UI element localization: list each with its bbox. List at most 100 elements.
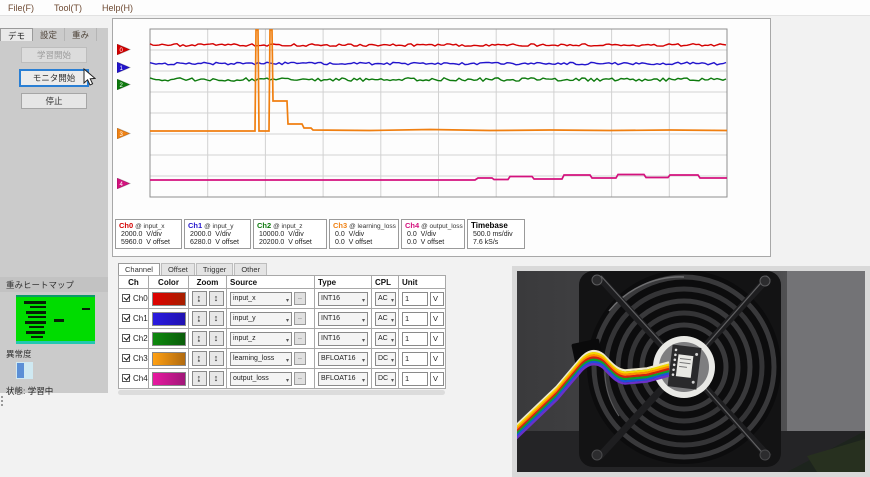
source-browse-button[interactable]: .. xyxy=(294,332,306,345)
settings-tab-channel[interactable]: Channel xyxy=(118,263,160,275)
source-dropdown[interactable]: output_loss ▾ xyxy=(230,371,292,386)
unit-suffix-input[interactable]: V xyxy=(430,331,444,346)
unit-suffix-input[interactable]: V xyxy=(430,291,444,306)
vertical-zoom-out-button[interactable]: ↕ xyxy=(208,311,224,326)
vertical-zoom-out-button[interactable]: ↕ xyxy=(208,291,224,306)
settings-tab-trigger[interactable]: Trigger xyxy=(195,263,234,275)
menu-bar: File(F) Tool(T) Help(H) xyxy=(0,0,870,16)
weight-heatmap-title: 重みヒートマップ xyxy=(0,277,108,292)
channel-checkbox[interactable] xyxy=(122,354,130,362)
channel-marker-ch0[interactable]: 0 xyxy=(117,44,131,55)
sidebar-tab-strip: デモ 設定 重み xyxy=(0,28,108,41)
channel-marker-ch1[interactable]: 1 xyxy=(117,62,131,73)
channel-info-ch3: Ch3 @ learning_loss 0.0 V/div 0.0 V offse… xyxy=(329,219,399,249)
channel-marker-ch2[interactable]: 2 xyxy=(117,79,131,90)
channel-label: Ch2 xyxy=(133,334,148,343)
type-dropdown[interactable]: BFLOAT16 ▾ xyxy=(318,371,368,386)
fan-photo-image xyxy=(512,270,865,472)
source-browse-button[interactable]: .. xyxy=(294,352,306,365)
settings-tab-other[interactable]: Other xyxy=(234,263,268,275)
source-browse-button[interactable]: .. xyxy=(294,312,306,325)
vertical-zoom-out-button[interactable]: ↕ xyxy=(208,371,224,386)
unit-suffix-input[interactable]: V xyxy=(430,311,444,326)
color-swatch[interactable] xyxy=(151,291,186,306)
column-header-type: Type xyxy=(314,275,372,289)
column-header-ch: Ch xyxy=(118,275,149,289)
source-dropdown[interactable]: learning_loss ▾ xyxy=(230,351,292,366)
unit-suffix-input[interactable]: V xyxy=(430,351,444,366)
start-learning-button[interactable]: 学習開始 xyxy=(21,47,87,63)
column-header-color: Color xyxy=(148,275,189,289)
cpl-dropdown[interactable]: DC ▾ xyxy=(375,351,396,366)
source-browse-button[interactable]: .. xyxy=(294,372,306,385)
sidebar-tab-デモ[interactable]: デモ xyxy=(0,28,34,41)
menu-item-file[interactable]: File(F) xyxy=(8,3,34,13)
type-dropdown[interactable]: BFLOAT16 ▾ xyxy=(318,351,368,366)
table-row: Ch4 ↨ ↕ output_loss ▾.. BFLOAT16 ▾ DC ▾ 1 V xyxy=(118,368,446,389)
channel-settings-block: Channel Offset Trigger Other Ch Color Zoom Sou… xyxy=(118,263,446,389)
vertical-zoom-out-button[interactable]: ↕ xyxy=(208,351,224,366)
table-row: Ch0 ↨ ↕ input_x ▾.. INT16 ▾ AC ▾ 1 V xyxy=(118,288,446,309)
vertical-zoom-in-button[interactable]: ↨ xyxy=(191,351,207,366)
vertical-zoom-in-button[interactable]: ↨ xyxy=(191,291,207,306)
table-row: Ch2 ↨ ↕ input_z ▾.. INT16 ▾ AC ▾ 1 V xyxy=(118,328,446,349)
type-dropdown[interactable]: INT16 ▾ xyxy=(318,331,368,346)
menu-item-help[interactable]: Help(H) xyxy=(102,3,133,13)
unit-value-input[interactable]: 1 xyxy=(402,351,428,366)
channel-checkbox[interactable] xyxy=(122,334,130,342)
channel-cell-ch0: Ch0 xyxy=(118,288,149,309)
status-label: 状態: 学習中 xyxy=(6,386,54,396)
anomaly-label: 異常度 xyxy=(6,349,32,359)
channel-checkbox[interactable] xyxy=(122,374,130,382)
channel-checkbox[interactable] xyxy=(122,314,130,322)
channel-marker-ch4[interactable]: 4 xyxy=(117,178,131,189)
stop-button[interactable]: 停止 xyxy=(21,93,87,109)
start-monitor-button[interactable]: モニタ開始 xyxy=(19,69,89,87)
channel-info-ch0: Ch0 @ input_x 2000.0 V/div 5960.0 V offse… xyxy=(115,219,182,249)
settings-tab-offset[interactable]: Offset xyxy=(160,263,195,275)
unit-value-input[interactable]: 1 xyxy=(402,291,428,306)
channel-marker-ch3[interactable]: 3 xyxy=(117,128,131,139)
fan-photo xyxy=(512,266,870,477)
column-header-source: Source xyxy=(226,275,315,289)
splitter-grip[interactable] xyxy=(1,396,5,406)
unit-suffix-input[interactable]: V xyxy=(430,371,444,386)
cpl-dropdown[interactable]: AC ▾ xyxy=(375,291,396,306)
source-dropdown[interactable]: input_y ▾ xyxy=(230,311,292,326)
vertical-zoom-in-button[interactable]: ↨ xyxy=(191,371,207,386)
table-horizontal-scrollbar[interactable] xyxy=(118,390,445,395)
menu-item-tool[interactable]: Tool(T) xyxy=(54,3,82,13)
settings-tab-strip: Channel Offset Trigger Other xyxy=(118,263,445,275)
channel-cell-ch3: Ch3 xyxy=(118,348,149,369)
color-swatch[interactable] xyxy=(151,371,186,386)
channel-info-ch1: Ch1 @ input_y 2000.0 V/div 6280.0 V offse… xyxy=(184,219,251,249)
unit-value-input[interactable]: 1 xyxy=(402,331,428,346)
cpl-dropdown[interactable]: DC ▾ xyxy=(375,371,396,386)
color-swatch[interactable] xyxy=(151,311,186,326)
timebase-info: Timebase 500.0 ms/div 7.6 kS/s xyxy=(467,219,525,249)
vertical-zoom-in-button[interactable]: ↨ xyxy=(191,331,207,346)
cpl-dropdown[interactable]: AC ▾ xyxy=(375,311,396,326)
channel-checkbox[interactable] xyxy=(122,294,130,302)
source-dropdown[interactable]: input_z ▾ xyxy=(230,331,292,346)
mouse-cursor xyxy=(83,67,97,91)
source-browse-button[interactable]: .. xyxy=(294,292,306,305)
source-dropdown[interactable]: input_x ▾ xyxy=(230,291,292,306)
channel-table: Ch Color Zoom Source Type CPL Unit Ch0 ↨ ↕ input_… xyxy=(118,275,446,389)
channel-cell-ch4: Ch4 xyxy=(118,368,149,389)
color-swatch[interactable] xyxy=(151,351,186,366)
channel-info-row: Ch0 @ input_x 2000.0 V/div 5960.0 V offse… xyxy=(115,219,525,249)
color-swatch[interactable] xyxy=(151,331,186,346)
column-header-cpl: CPL xyxy=(371,275,399,289)
vertical-zoom-in-button[interactable]: ↨ xyxy=(191,311,207,326)
type-dropdown[interactable]: INT16 ▾ xyxy=(318,291,368,306)
unit-value-input[interactable]: 1 xyxy=(402,371,428,386)
table-row: Ch3 ↨ ↕ learning_loss ▾.. BFLOAT16 ▾ DC ▾ 1 V xyxy=(118,348,446,369)
vertical-zoom-out-button[interactable]: ↕ xyxy=(208,331,224,346)
channel-label: Ch1 xyxy=(133,314,148,323)
cpl-dropdown[interactable]: AC ▾ xyxy=(375,331,396,346)
unit-value-input[interactable]: 1 xyxy=(402,311,428,326)
type-dropdown[interactable]: INT16 ▾ xyxy=(318,311,368,326)
sidebar-tab-重み[interactable]: 重み xyxy=(65,28,98,41)
sidebar-tab-設定[interactable]: 設定 xyxy=(33,28,66,41)
